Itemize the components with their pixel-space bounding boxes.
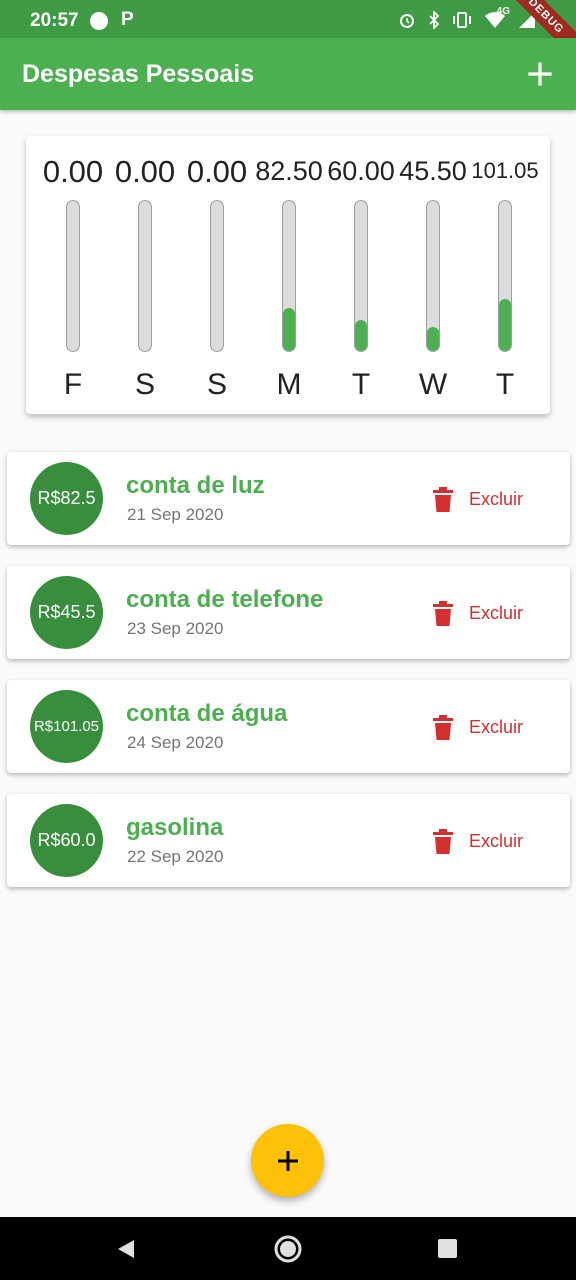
app-bar: Despesas Pessoais xyxy=(0,38,576,110)
trash-icon xyxy=(433,486,453,512)
chart-column: 45.50 W xyxy=(397,136,469,414)
chart-value-label: 82.50 xyxy=(255,156,323,186)
delete-label: Excluir xyxy=(469,830,524,851)
amount-avatar: R$60.0 xyxy=(30,804,103,877)
transaction-date: 22 Sep 2020 xyxy=(127,847,224,866)
amount-avatar: R$101.05 xyxy=(30,690,103,763)
chart-bar-track xyxy=(138,200,152,352)
amount-avatar: R$45.5 xyxy=(30,576,103,649)
delete-button[interactable]: Excluir xyxy=(433,486,523,512)
transaction-title: gasolina xyxy=(126,814,224,841)
chart-value-label: 0.00 xyxy=(114,154,176,189)
chart-day-label: T xyxy=(495,368,515,401)
trash-icon xyxy=(433,828,453,854)
back-icon[interactable] xyxy=(116,1239,136,1259)
delete-label: Excluir xyxy=(469,716,524,737)
home-icon[interactable] xyxy=(273,1234,303,1264)
chart-bar-track xyxy=(66,200,80,352)
chart-value-label: 0.00 xyxy=(186,154,248,189)
amount-avatar: R$82.5 xyxy=(30,462,103,535)
chart-column: 0.00 F xyxy=(37,136,109,414)
transaction-card: R$60.0 gasolina 22 Sep 2020 Excluir xyxy=(7,794,570,887)
transaction-card: R$82.5 conta de luz 21 Sep 2020 Excluir xyxy=(7,452,570,545)
chart-bar-track xyxy=(354,200,368,352)
bluetooth-icon xyxy=(429,11,440,29)
chart-day-label: M xyxy=(276,368,302,401)
transaction-date: 24 Sep 2020 xyxy=(127,733,224,752)
chart-day-label: T xyxy=(351,368,371,401)
transaction-list: R$82.5 conta de luz 21 Sep 2020 Excluir R$45… xyxy=(7,452,570,908)
chart-bar xyxy=(283,308,295,351)
chart-value-label: 0.00 xyxy=(42,154,104,189)
plus-icon xyxy=(277,1150,298,1171)
chart-bar xyxy=(355,319,367,351)
chart-day-label: S xyxy=(206,368,227,401)
chart-column: 101.05 T xyxy=(469,136,541,414)
transaction-title: conta de telefone xyxy=(126,586,324,613)
chart-column: 0.00 S xyxy=(109,136,181,414)
chart-day-label: W xyxy=(418,368,448,401)
notification-p-icon: P xyxy=(121,9,134,30)
status-bar: 20:57 P 4G DEBUG xyxy=(0,0,576,66)
delete-label: Excluir xyxy=(469,488,524,509)
transaction-date: 21 Sep 2020 xyxy=(127,505,224,524)
wifi-icon xyxy=(485,12,505,28)
chart-value-label: 45.50 xyxy=(399,156,467,186)
chart-column: 82.50 M xyxy=(253,136,325,414)
chart-value-label: 60.00 xyxy=(327,156,395,186)
status-icons xyxy=(398,11,536,29)
system-nav-bar xyxy=(0,1217,576,1280)
chart-bar-track xyxy=(426,200,440,352)
notification-dot-icon xyxy=(90,12,108,30)
plus-icon[interactable] xyxy=(522,56,558,92)
chart-column: 0.00 S xyxy=(181,136,253,414)
chart-bar xyxy=(427,327,439,351)
chart-column: 60.00 T xyxy=(325,136,397,414)
chart-value-label: 101.05 xyxy=(471,158,539,183)
chart-bar xyxy=(499,298,511,351)
chart-bar-track xyxy=(498,200,512,352)
recent-apps-icon[interactable] xyxy=(438,1239,457,1258)
vibrate-icon xyxy=(453,12,471,28)
weekly-chart: 0.00 F 0.00 S 0.00 S 82.50 M 60.00 T 45.50 W 101.05 T xyxy=(26,136,550,414)
chart-day-label: F xyxy=(63,368,83,401)
transaction-card: R$101.05 conta de água 24 Sep 2020 Excluir xyxy=(7,680,570,773)
alarm-icon xyxy=(400,14,414,28)
trash-icon xyxy=(433,600,453,626)
delete-button[interactable]: Excluir xyxy=(433,714,523,740)
delete-button[interactable]: Excluir xyxy=(433,828,523,854)
trash-icon xyxy=(433,714,453,740)
status-time: 20:57 xyxy=(30,10,79,31)
chart-day-label: S xyxy=(134,368,155,401)
delete-label: Excluir xyxy=(469,602,524,623)
transaction-date: 23 Sep 2020 xyxy=(127,619,224,638)
page-title: Despesas Pessoais xyxy=(22,60,255,88)
transaction-card: R$45.5 conta de telefone 23 Sep 2020 Exclui… xyxy=(7,566,570,659)
transaction-title: conta de luz xyxy=(126,472,265,499)
transaction-title: conta de água xyxy=(126,700,288,727)
chart-bar-track xyxy=(210,200,224,352)
chart-bar-track xyxy=(282,200,296,352)
delete-button[interactable]: Excluir xyxy=(433,600,523,626)
add-transaction-button[interactable] xyxy=(251,1124,324,1197)
